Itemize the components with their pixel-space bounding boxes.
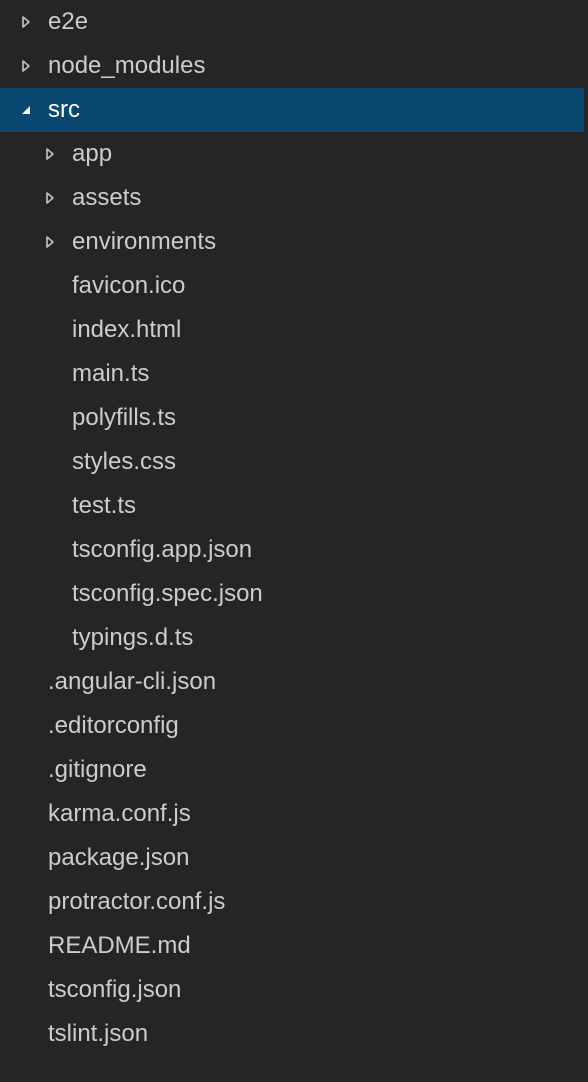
file-item-typings-d-ts[interactable]: typings.d.ts (0, 616, 584, 660)
item-label: .angular-cli.json (48, 668, 217, 695)
chevron-right-icon[interactable] (42, 146, 58, 162)
item-label: polyfills.ts (72, 404, 177, 431)
item-label: .gitignore (48, 756, 147, 783)
file-item-favicon-ico[interactable]: favicon.ico (0, 264, 584, 308)
item-label: README.md (48, 932, 191, 959)
folder-item-e2e[interactable]: e2e (0, 0, 584, 44)
folder-item-src[interactable]: src (0, 88, 584, 132)
item-label: app (72, 140, 113, 167)
chevron-right-icon[interactable] (42, 234, 58, 250)
chevron-right-icon[interactable] (42, 190, 58, 206)
item-label: tsconfig.json (48, 976, 182, 1003)
file-item-tslint-json[interactable]: tslint.json (0, 1012, 584, 1056)
item-label: main.ts (72, 360, 150, 387)
chevron-down-icon[interactable] (18, 102, 34, 118)
item-label: protractor.conf.js (48, 888, 226, 915)
item-label: favicon.ico (72, 272, 186, 299)
item-label: styles.css (72, 448, 177, 475)
folder-item-environments[interactable]: environments (0, 220, 584, 264)
file-item-protractor-conf-js[interactable]: protractor.conf.js (0, 880, 584, 924)
item-label: node_modules (48, 52, 206, 79)
item-label: karma.conf.js (48, 800, 191, 827)
file-item-polyfills-ts[interactable]: polyfills.ts (0, 396, 584, 440)
chevron-right-icon[interactable] (18, 58, 34, 74)
file-item-editorconfig[interactable]: .editorconfig (0, 704, 584, 748)
file-item-angular-cli-json[interactable]: .angular-cli.json (0, 660, 584, 704)
folder-item-app[interactable]: app (0, 132, 584, 176)
file-item-main-ts[interactable]: main.ts (0, 352, 584, 396)
file-explorer-tree: e2e node_modulessrc app assets environments f… (0, 0, 588, 1082)
file-item-styles-css[interactable]: styles.css (0, 440, 584, 484)
item-label: .editorconfig (48, 712, 179, 739)
file-item-tsconfig-spec-json[interactable]: tsconfig.spec.json (0, 572, 584, 616)
file-item-package-json[interactable]: package.json (0, 836, 584, 880)
folder-item-node-modules[interactable]: node_modules (0, 44, 584, 88)
item-label: tslint.json (48, 1020, 149, 1047)
file-item-gitignore[interactable]: .gitignore (0, 748, 584, 792)
file-item-readme-md[interactable]: README.md (0, 924, 584, 968)
item-label: typings.d.ts (72, 624, 194, 651)
folder-item-assets[interactable]: assets (0, 176, 584, 220)
item-label: tsconfig.app.json (72, 536, 253, 563)
item-label: index.html (72, 316, 182, 343)
file-item-tsconfig-json[interactable]: tsconfig.json (0, 968, 584, 1012)
item-label: e2e (48, 8, 89, 35)
file-item-index-html[interactable]: index.html (0, 308, 584, 352)
file-item-karma-conf-js[interactable]: karma.conf.js (0, 792, 584, 836)
item-label: tsconfig.spec.json (72, 580, 263, 607)
scrollbar-track[interactable] (584, 0, 588, 1082)
item-label: package.json (48, 844, 190, 871)
file-item-test-ts[interactable]: test.ts (0, 484, 584, 528)
file-item-tsconfig-app-json[interactable]: tsconfig.app.json (0, 528, 584, 572)
item-label: assets (72, 184, 142, 211)
chevron-right-icon[interactable] (18, 14, 34, 30)
item-label: src (48, 96, 80, 123)
item-label: test.ts (72, 492, 137, 519)
item-label: environments (72, 228, 217, 255)
